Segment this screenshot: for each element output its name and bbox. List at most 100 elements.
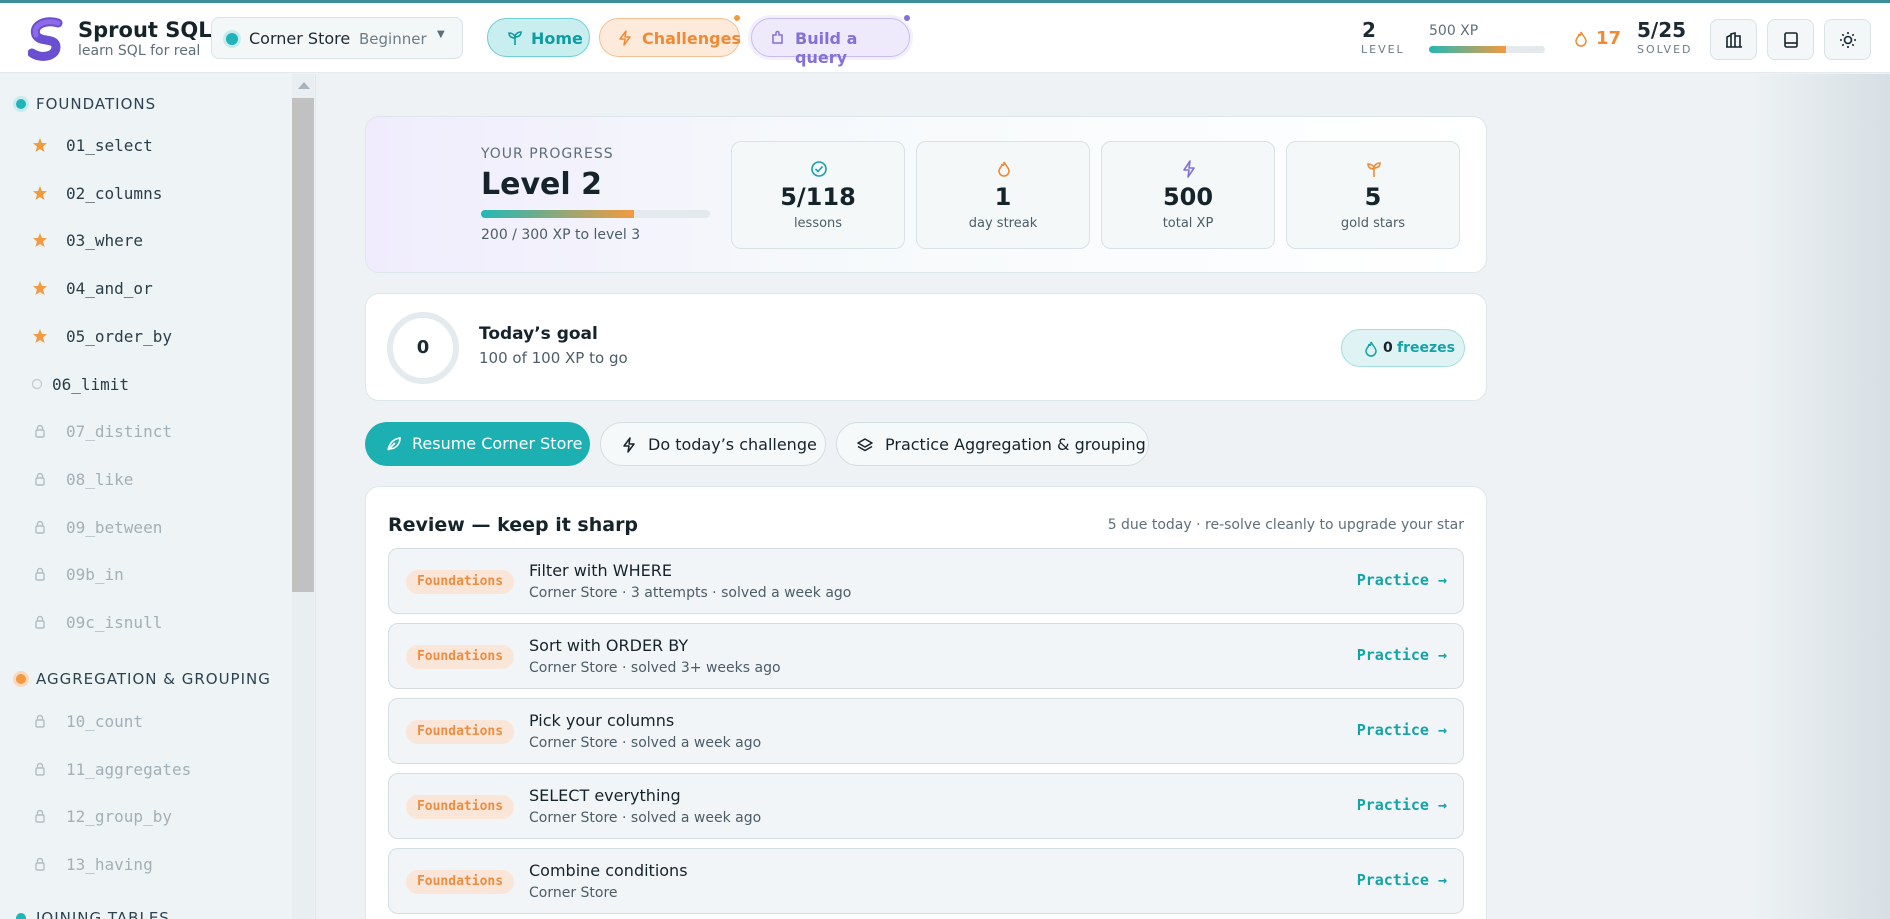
- sidebar-lesson-item[interactable]: 02_columns: [30, 182, 280, 206]
- practice-link[interactable]: Practice →: [1357, 721, 1447, 739]
- daily-goal-card: 0 Today’s goal 100 of 100 XP to go 0 fre…: [365, 293, 1487, 401]
- lesson-sidebar: FOUNDATIONS 01_select 02_columns 03_where 0…: [0, 74, 316, 919]
- stat-value: 500: [1162, 183, 1214, 211]
- review-row[interactable]: Foundations Pick your columns Corner Store…: [388, 698, 1464, 764]
- stat-tile-lessons: 5/118 lessons: [731, 141, 905, 249]
- review-note: 5 due today · re-solve cleanly to upgrad…: [1107, 517, 1464, 533]
- star-icon: [33, 185, 47, 200]
- topic-tag: Foundations: [406, 570, 514, 594]
- practice-link[interactable]: Practice →: [1357, 571, 1447, 589]
- section-label: FOUNDATIONS: [36, 95, 157, 113]
- header-solved-value: 5/25: [1637, 18, 1687, 42]
- nav-challenges-label: Challenges: [642, 29, 741, 48]
- stat-value: 5: [1364, 183, 1382, 211]
- topic-tag: Foundations: [406, 645, 514, 669]
- sun-icon: [1840, 32, 1856, 48]
- practice-topic-button[interactable]: Practice Aggregation & grouping: [836, 422, 1149, 466]
- resume-dataset-button[interactable]: Resume Corner Store: [365, 422, 590, 466]
- lesson-label: 07_distinct: [66, 422, 172, 442]
- nav-build-query-button[interactable]: Build a query: [751, 18, 910, 67]
- sidebar-lesson-item[interactable]: 13_having: [30, 853, 280, 877]
- freeze-count: 0: [1383, 340, 1393, 356]
- sidebar-lesson-item[interactable]: 07_distinct: [30, 420, 280, 444]
- nav-build-query-label: Build a query: [795, 29, 858, 67]
- dataset-level: Beginner: [359, 30, 427, 48]
- sidebar-lesson-item[interactable]: 04_and_or: [30, 277, 280, 301]
- sidebar-lesson-item[interactable]: 08_like: [30, 468, 280, 492]
- lesson-label: 11_aggregates: [66, 759, 192, 779]
- sprout-logo-icon[interactable]: [28, 17, 64, 61]
- progress-bar: [481, 210, 710, 218]
- lesson-label: 06_limit: [52, 374, 130, 394]
- dataset-selector[interactable]: Corner Store Beginner ▼: [211, 17, 463, 59]
- sidebar-lesson-item[interactable]: 09b_in: [30, 563, 280, 587]
- lesson-label: 09c_isnull: [66, 613, 163, 632]
- theme-toggle-button[interactable]: [1824, 19, 1871, 60]
- lesson-label: 10_count: [66, 712, 144, 731]
- schema-button[interactable]: [1710, 19, 1757, 60]
- review-lesson-meta: Corner Store · solved a week ago: [529, 810, 762, 826]
- sidebar-lesson-item[interactable]: 09_between: [30, 516, 280, 540]
- lesson-label: 03_where: [66, 231, 144, 251]
- practice-link[interactable]: Practice →: [1357, 871, 1447, 889]
- lock-icon: [35, 810, 45, 824]
- flame-icon: [998, 161, 1010, 177]
- stat-label: day streak: [968, 216, 1038, 231]
- sidebar-lesson-item[interactable]: 11_aggregates: [30, 758, 280, 782]
- review-card: Review — keep it sharp 5 due today · re-…: [365, 486, 1487, 919]
- sidebar-lesson-item[interactable]: 01_select: [30, 134, 280, 158]
- nav-home-label: Home: [531, 29, 583, 48]
- review-row[interactable]: Foundations Filter with WHERE Corner Store…: [388, 548, 1464, 614]
- sidebar-lesson-item[interactable]: 03_where: [30, 229, 280, 253]
- lesson-label: 09_between: [66, 517, 163, 537]
- puzzle-icon: [772, 30, 783, 44]
- goal-title: Today’s goal: [479, 324, 598, 344]
- lesson-label: 08_like: [66, 469, 134, 489]
- review-lesson-title: Combine conditions: [529, 861, 688, 880]
- topic-tag: Foundations: [406, 870, 514, 894]
- practice-link[interactable]: Practice →: [1357, 796, 1447, 814]
- scroll-up-arrow-icon[interactable]: [298, 82, 310, 89]
- stat-label: gold stars: [1340, 216, 1406, 231]
- sprout-icon: [508, 31, 522, 45]
- empty-circle-icon: [32, 378, 43, 389]
- lesson-label: 05_order_by: [66, 326, 172, 346]
- stat-tile-stars: 5 gold stars: [1286, 141, 1460, 249]
- sidebar-lesson-item[interactable]: 12_group_by: [30, 805, 280, 829]
- flame-icon: [1575, 31, 1587, 47]
- stat-tile-streak: 1 day streak: [916, 141, 1090, 249]
- nav-home-button[interactable]: Home: [487, 18, 590, 57]
- header-solved-label: SOLVED: [1637, 43, 1693, 56]
- header-xp-label: 500 XP: [1429, 23, 1479, 39]
- today-challenge-button[interactable]: Do today’s challenge: [600, 422, 826, 466]
- app-header: Sprout SQL learn SQL for real Corner Sto…: [0, 3, 1890, 73]
- review-row[interactable]: Foundations Combine conditions Corner Stor…: [388, 848, 1464, 914]
- sidebar-lesson-item[interactable]: 05_order_by: [30, 325, 280, 349]
- lesson-label: 13_having: [66, 855, 153, 875]
- sidebar-scrollbar-thumb[interactable]: [292, 98, 314, 592]
- stat-label: total XP: [1162, 216, 1214, 231]
- review-row[interactable]: Foundations Sort with ORDER BY Corner Stor…: [388, 623, 1464, 689]
- review-row[interactable]: Foundations SELECT everything Corner Store…: [388, 773, 1464, 839]
- nav-challenges-button[interactable]: Challenges: [599, 18, 741, 57]
- header-streak-value: 17: [1596, 28, 1622, 49]
- sidebar-lesson-item[interactable]: 09c_isnull: [30, 611, 280, 635]
- review-lesson-title: Filter with WHERE: [529, 561, 672, 580]
- sprout-icon: [1367, 162, 1381, 177]
- check-circle-icon: [811, 161, 827, 177]
- topic-tag: Foundations: [406, 720, 514, 744]
- section-dot-icon: [16, 674, 26, 684]
- sidebar-lesson-item[interactable]: 06_limit: [30, 373, 280, 397]
- sidebar-lesson-item[interactable]: 10_count: [30, 710, 280, 734]
- streak-freeze-badge[interactable]: 0 freezes: [1341, 329, 1465, 367]
- brand-tagline: learn SQL for real: [78, 43, 201, 59]
- right-edge-shade: [1750, 74, 1890, 919]
- reference-book-button[interactable]: [1767, 19, 1814, 60]
- practice-link[interactable]: Practice →: [1357, 646, 1447, 664]
- goal-progress-ring: 0: [387, 312, 459, 384]
- lock-icon: [35, 568, 45, 581]
- stat-value: 1: [994, 183, 1012, 211]
- chevron-down-icon: ▼: [437, 29, 445, 40]
- layers-icon: [857, 438, 873, 452]
- section-label: JOINING TABLES: [36, 909, 170, 919]
